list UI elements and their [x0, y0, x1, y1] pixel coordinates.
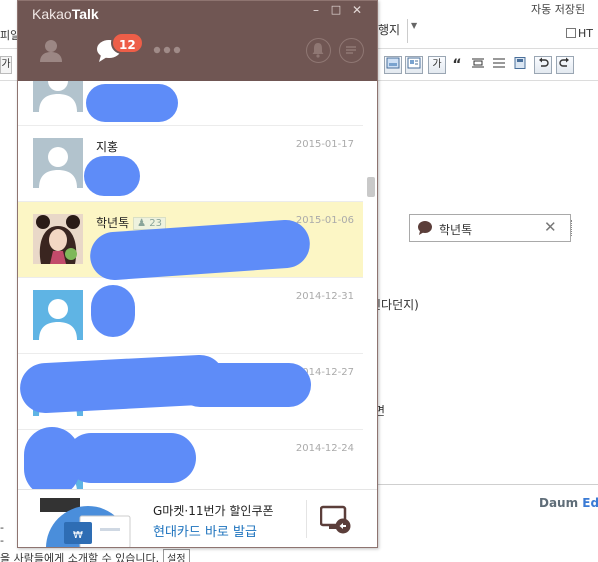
divider-insert-icon[interactable] — [469, 56, 487, 74]
html-label: HT — [578, 27, 593, 40]
redaction-mark — [84, 156, 140, 196]
chat-row[interactable]: 2014-12-31 — [18, 278, 363, 354]
editor-bottom-divider — [378, 484, 598, 485]
screen-share-icon[interactable] — [320, 505, 352, 535]
font-select[interactable]: 행지 ▼ — [378, 19, 418, 45]
list-insert-icon[interactable] — [490, 56, 508, 74]
layout-icon[interactable] — [405, 56, 423, 74]
default-profile-icon — [33, 138, 83, 188]
person-icon[interactable] — [38, 37, 64, 63]
scrollbar-thumb[interactable] — [367, 177, 375, 197]
redaction-mark — [178, 363, 311, 407]
unread-badge: 12 — [111, 32, 144, 54]
svg-text:₩: ₩ — [73, 530, 83, 541]
chat-name: 지홍 — [96, 140, 119, 154]
font-select-divider — [407, 19, 408, 43]
chat-date: 2015-01-17 — [295, 139, 354, 150]
quote-box-label: 학년톡 — [439, 223, 473, 237]
app-title: KakaoTalk — [32, 6, 99, 22]
editor-label: Edi — [582, 496, 598, 510]
default-profile-icon — [33, 81, 83, 112]
resize-handle[interactable] — [571, 220, 574, 236]
editor-left-text: - — [0, 521, 4, 534]
editor-left-text: - — [0, 534, 4, 547]
autosave-status: 자동 저장된 — [531, 3, 586, 16]
font-select-label: 행지 — [378, 23, 401, 37]
html-toggle[interactable]: HT — [566, 27, 593, 40]
kakaotalk-header: KakaoTalk – □ ✕ 12 — [18, 1, 377, 81]
more-dots-icon[interactable] — [152, 45, 182, 55]
ad-banner[interactable]: ₩ G마켓·11번가 할인쿠폰 현대카드 바로 발급 — [18, 489, 377, 547]
close-button[interactable]: ✕ — [350, 3, 364, 17]
member-count-value: 23 — [149, 218, 163, 229]
profile-photo — [33, 214, 83, 264]
ad-headline: G마켓·11번가 할인쿠폰 — [153, 504, 274, 518]
kakaotalk-quote-box[interactable]: 학년톡 ✕ — [409, 214, 574, 242]
default-profile-icon — [33, 290, 83, 340]
bell-icon — [312, 43, 324, 58]
editor-left-cell[interactable]: 가 — [0, 56, 12, 74]
daum-label: Daum — [539, 496, 579, 510]
daum-editor-logo: Daum Edi — [539, 496, 598, 510]
redaction-mark — [91, 285, 135, 337]
save-icon[interactable] — [511, 56, 529, 74]
maximize-button[interactable]: □ — [329, 3, 343, 17]
redo-icon[interactable] — [556, 56, 574, 74]
chat-date: 2014-12-31 — [295, 291, 354, 302]
minimize-button[interactable]: – — [309, 3, 323, 17]
app-title-light: Kakao — [32, 6, 72, 22]
chat-list-scrollbar[interactable] — [363, 81, 377, 489]
redaction-mark — [66, 433, 196, 483]
kakaotalk-window[interactable]: KakaoTalk – □ ✕ 12 지홍 2015-01-17 학년톡 ♟ 2… — [17, 0, 378, 548]
editor-footer: 을 사람들에게 소개할 수 있습니다. 설정 — [0, 549, 190, 562]
chat-date: 2014-12-24 — [295, 443, 354, 454]
chat-date: 2015-01-06 — [295, 215, 354, 226]
chat-row[interactable] — [18, 81, 363, 126]
notification-button[interactable] — [306, 38, 331, 63]
undo-icon[interactable] — [534, 56, 552, 74]
ad-link[interactable]: 현대카드 바로 발급 — [153, 521, 257, 540]
credit-card-ad-icon: ₩ — [40, 498, 131, 547]
chat-row[interactable]: 지홍 2015-01-17 — [18, 126, 363, 202]
redaction-mark — [86, 84, 178, 122]
ad-divider — [306, 500, 307, 538]
close-icon[interactable]: ✕ — [544, 218, 557, 236]
settings-button[interactable]: 설정 — [163, 549, 190, 562]
html-checkbox[interactable] — [566, 28, 576, 38]
image-insert-icon[interactable] — [384, 56, 402, 74]
text-style-button[interactable]: 가 — [428, 56, 446, 74]
chat-bubble-icon — [418, 221, 432, 235]
footer-text: 을 사람들에게 소개할 수 있습니다. — [0, 552, 160, 562]
menu-button[interactable] — [339, 38, 364, 63]
chevron-down-icon[interactable]: ▼ — [411, 21, 417, 30]
chat-list[interactable]: 지홍 2015-01-17 학년톡 ♟ 23 2015-01-06 2014-1… — [18, 81, 363, 489]
app-title-bold: Talk — [71, 6, 99, 22]
menu-lines-icon — [346, 46, 356, 54]
quote-button[interactable]: “ — [448, 56, 466, 74]
chat-name-text: 학년톡 — [96, 216, 130, 230]
